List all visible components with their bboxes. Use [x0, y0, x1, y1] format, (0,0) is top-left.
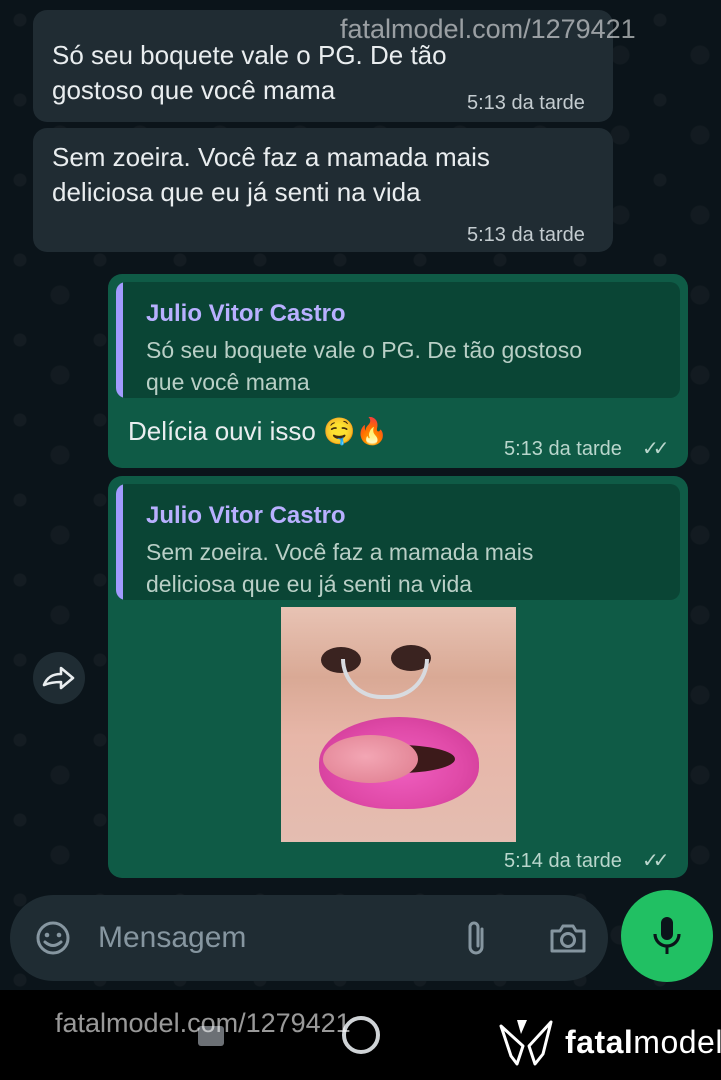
voice-message-button[interactable]: [621, 890, 713, 982]
attach-icon[interactable]: [462, 919, 492, 959]
tongue: [323, 735, 418, 783]
brand-name-bold: fatal: [565, 1023, 634, 1060]
fatalmodel-logo-icon: [499, 1020, 553, 1066]
quote-text-line: deliciosa que eu já senti na vida: [146, 571, 473, 597]
watermark: fatalmodel.com/1279421: [340, 14, 636, 44]
quote-text-line: Sem zoeira. Você faz a mamada mais: [146, 539, 534, 565]
brand-name-rest: model: [633, 1023, 721, 1060]
forward-button[interactable]: [33, 652, 85, 704]
quoted-message[interactable]: Julio Vitor Castro Sem zoeira. Você faz …: [116, 484, 680, 600]
message-bubble-outgoing[interactable]: Julio Vitor Castro Só seu boquete vale o…: [108, 274, 688, 468]
read-ticks-icon: ✓✓: [642, 850, 669, 872]
read-ticks-icon: ✓✓: [642, 438, 669, 460]
watermark: fatalmodel.com/1279421: [55, 1008, 351, 1038]
message-bubble-incoming[interactable]: Sem zoeira. Você faz a mamada mais delic…: [33, 128, 613, 252]
message-timestamp: 5:13 da tarde: [504, 438, 622, 460]
message-photo[interactable]: [281, 607, 516, 842]
quote-text-line: que você mama: [146, 369, 310, 395]
message-timestamp: 5:13 da tarde: [467, 224, 585, 246]
quote-author: Julio Vitor Castro: [146, 300, 346, 327]
message-composer[interactable]: Mensagem: [10, 895, 608, 981]
message-text-line: deliciosa que eu já senti na vida: [52, 177, 421, 207]
message-text: Delícia ouvi isso 🤤🔥: [128, 416, 388, 446]
sticker-icon[interactable]: [34, 919, 72, 957]
quote-author: Julio Vitor Castro: [146, 502, 346, 529]
mic-icon: [653, 917, 681, 954]
quote-text-line: Só seu boquete vale o PG. De tão gostoso: [146, 337, 583, 363]
message-input[interactable]: Mensagem: [98, 921, 246, 955]
quote-accent-bar: [116, 484, 123, 600]
message-timestamp: 5:13 da tarde: [467, 92, 585, 114]
brand-logo: fatalmodel: [497, 1014, 721, 1070]
message-timestamp: 5:14 da tarde: [504, 850, 622, 872]
message-text-line: Sem zoeira. Você faz a mamada mais: [52, 142, 490, 172]
nose-ring: [341, 659, 429, 699]
camera-icon[interactable]: [548, 919, 588, 957]
forward-icon: [42, 666, 75, 690]
quoted-message[interactable]: Julio Vitor Castro Só seu boquete vale o…: [116, 282, 680, 398]
message-text-line: gostoso que você mama: [52, 75, 336, 105]
quote-accent-bar: [116, 282, 123, 398]
